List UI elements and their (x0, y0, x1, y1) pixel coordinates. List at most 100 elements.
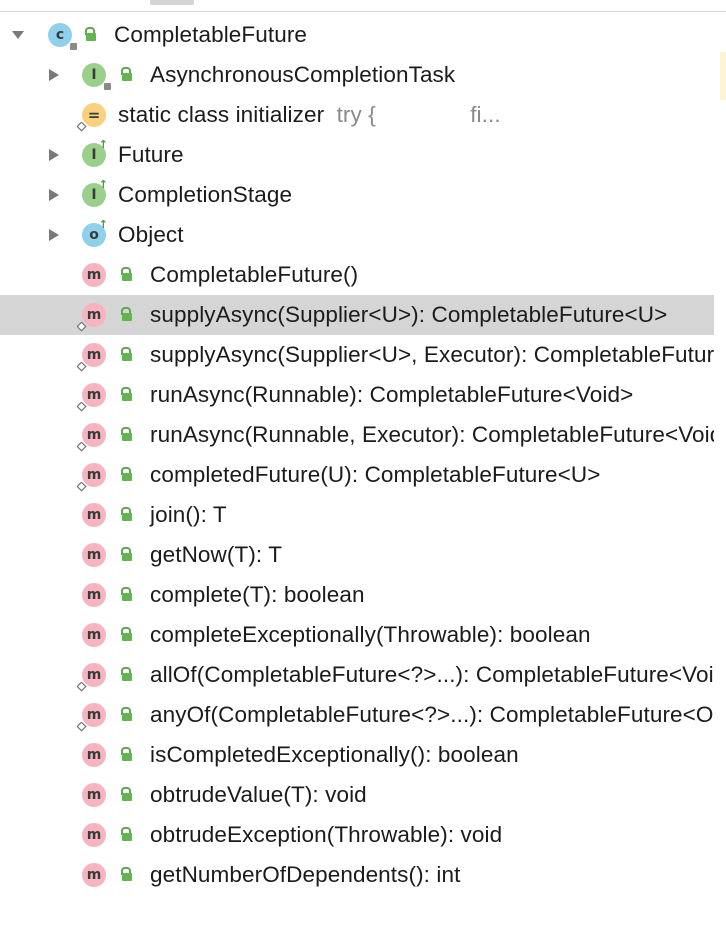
public-lock-icon (120, 547, 132, 561)
structure-tree[interactable]: c CompletableFuture I AsynchronousComple… (0, 15, 714, 895)
method-label: runAsync(Runnable, Executor): Completabl… (150, 422, 714, 447)
method-icon: m (82, 623, 106, 647)
static-marker-icon (77, 442, 87, 452)
public-lock-icon (120, 67, 132, 81)
initializer-hint: try { (336, 102, 376, 127)
method-icon: m (77, 383, 106, 412)
static-marker-icon (77, 682, 87, 692)
tree-row-method[interactable]: m completedFuture(U): CompletableFuture<U… (0, 455, 714, 495)
public-lock-icon (120, 467, 132, 481)
collapse-toggle[interactable] (10, 27, 26, 43)
method-icon: m (77, 463, 106, 492)
expand-toggle[interactable] (46, 227, 62, 243)
method-icon: m (77, 303, 106, 332)
object-icon: o ↑ (82, 218, 108, 247)
class-icon: c (48, 23, 77, 50)
root-class-label: CompletableFuture (114, 22, 308, 47)
window-top-edge (0, 0, 726, 12)
method-label: join(): T (150, 502, 227, 527)
method-label: anyOf(CompletableFuture<?>...): Completa… (150, 702, 714, 727)
method-label: obtrudeException(Throwable): void (150, 822, 503, 847)
method-icon: m (82, 263, 106, 287)
static-marker-icon (77, 482, 87, 492)
public-lock-icon (120, 667, 132, 681)
public-lock-icon (120, 307, 132, 321)
static-marker-icon (77, 402, 87, 412)
supertype-label: Object (118, 222, 184, 247)
expand-toggle[interactable] (46, 67, 62, 83)
method-icon: m (82, 823, 106, 847)
tree-row-method[interactable]: m CompletableFuture() (0, 255, 714, 295)
tree-row-method[interactable]: m anyOf(CompletableFuture<?>...): Complet… (0, 695, 714, 735)
public-lock-icon (120, 827, 132, 841)
public-lock-icon (120, 747, 132, 761)
tree-row-inner[interactable]: I AsynchronousCompletionTask (0, 55, 714, 95)
method-label: completeExceptionally(Throwable): boolea… (150, 622, 591, 647)
method-icon: m (82, 543, 106, 567)
static-marker-icon (77, 122, 87, 132)
scrollbar-marker (720, 52, 726, 100)
method-icon: m (77, 423, 106, 452)
tree-row-supertype[interactable]: o ↑ Object (0, 215, 714, 255)
static-marker-icon (77, 722, 87, 732)
tree-row-root[interactable]: c CompletableFuture (0, 15, 714, 55)
method-label: completedFuture(U): CompletableFuture<U> (150, 462, 601, 487)
method-label: isCompletedExceptionally(): boolean (150, 742, 519, 767)
tab-hint (150, 0, 194, 5)
tree-row-method[interactable]: m runAsync(Runnable, Executor): Completab… (0, 415, 714, 455)
tree-row-method[interactable]: m allOf(CompletableFuture<?>...): Complet… (0, 655, 714, 695)
inherited-arrow-icon: ↑ (98, 218, 108, 231)
method-label: getNumberOfDependents(): int (150, 862, 461, 887)
method-label: complete(T): boolean (150, 582, 365, 607)
public-lock-icon (120, 787, 132, 801)
initializer-hint-more: fi... (470, 102, 501, 127)
supertype-label: Future (118, 142, 184, 167)
tree-row-method[interactable]: m isCompletedExceptionally(): boolean (0, 735, 714, 775)
tree-row-supertype[interactable]: I ↑ CompletionStage (0, 175, 714, 215)
tree-row-method[interactable]: m getNumberOfDependents(): int (0, 855, 714, 895)
method-icon: m (77, 703, 106, 732)
method-icon: m (82, 783, 106, 807)
initializer-label: static class initializer (118, 102, 325, 127)
method-label: getNow(T): T (150, 542, 283, 567)
tree-row-method[interactable]: m completeExceptionally(Throwable): boole… (0, 615, 714, 655)
tree-row-method[interactable]: m supplyAsync(Supplier<U>, Executor): Com… (0, 335, 714, 375)
method-list: m CompletableFuture() m supplyAsync(Supplie… (0, 255, 714, 895)
public-lock-icon (120, 627, 132, 641)
inherited-arrow-icon: ↑ (98, 138, 108, 151)
public-lock-icon (120, 347, 132, 361)
public-lock-icon (120, 587, 132, 601)
initializer-icon: = (77, 103, 106, 132)
lock-icon (70, 43, 77, 50)
tree-row-method[interactable]: m getNow(T): T (0, 535, 714, 575)
method-icon: m (82, 743, 106, 767)
interface-icon: I ↑ (82, 178, 108, 207)
chevron-right-icon (49, 149, 59, 161)
inner-interface-label: AsynchronousCompletionTask (150, 62, 456, 87)
tree-row-method[interactable]: m obtrudeValue(T): void (0, 775, 714, 815)
chevron-down-icon (12, 31, 24, 39)
tree-row-method[interactable]: m runAsync(Runnable): CompletableFuture<V… (0, 375, 714, 415)
method-label: supplyAsync(Supplier<U>, Executor): Comp… (150, 342, 714, 367)
method-label: obtrudeValue(T): void (150, 782, 367, 807)
method-icon: m (82, 503, 106, 527)
tree-row-initializer[interactable]: = static class initializer try { fi... (0, 95, 714, 135)
tree-row-supertype[interactable]: I ↑ Future (0, 135, 714, 175)
static-marker-icon (77, 322, 87, 332)
chevron-right-icon (49, 69, 59, 81)
tree-row-method[interactable]: m supplyAsync(Supplier<U>): CompletableFu… (0, 295, 714, 335)
expand-toggle[interactable] (46, 187, 62, 203)
static-marker-icon (77, 362, 87, 372)
public-lock-icon (120, 867, 132, 881)
interface-icon: I (82, 63, 111, 90)
method-label: runAsync(Runnable): CompletableFuture<Vo… (150, 382, 634, 407)
expand-toggle[interactable] (46, 147, 62, 163)
method-label: CompletableFuture() (150, 262, 359, 287)
method-icon: m (77, 343, 106, 372)
lock-icon (104, 83, 111, 90)
tree-row-method[interactable]: m complete(T): boolean (0, 575, 714, 615)
tree-row-method[interactable]: m join(): T (0, 495, 714, 535)
tree-row-method[interactable]: m obtrudeException(Throwable): void (0, 815, 714, 855)
public-lock-icon (120, 387, 132, 401)
method-icon: m (82, 583, 106, 607)
